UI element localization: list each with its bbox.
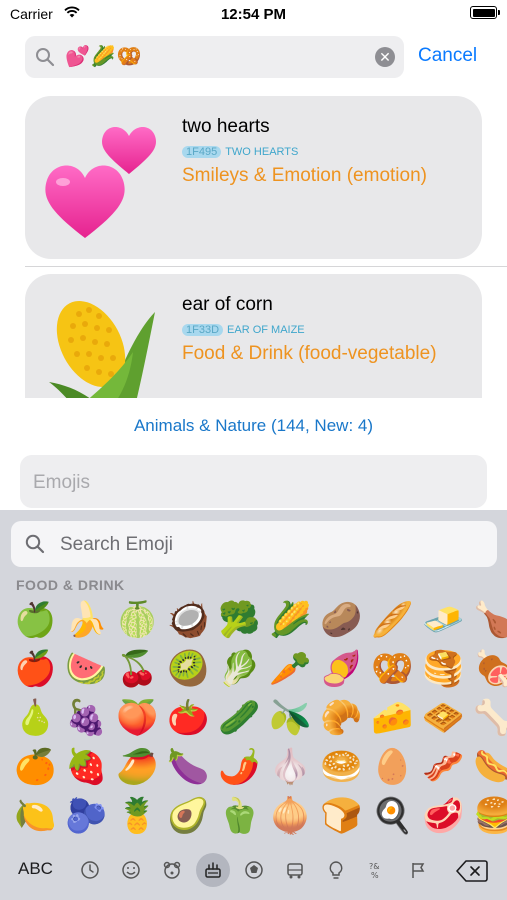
emoji-key[interactable]: 🥥 bbox=[163, 596, 214, 645]
recent-icon[interactable] bbox=[73, 853, 107, 887]
activity-icon[interactable] bbox=[237, 853, 271, 887]
emoji-key[interactable]: 🍓 bbox=[61, 743, 112, 792]
emoji-key[interactable]: 🍉 bbox=[61, 645, 112, 694]
emoji-key[interactable]: 🌶️ bbox=[214, 743, 265, 792]
emoji-key[interactable]: 🥐 bbox=[316, 694, 367, 743]
emoji-code: 1F495 bbox=[182, 146, 222, 158]
emoji-key[interactable]: 🥖 bbox=[367, 596, 418, 645]
keyboard-bottom-bar: ABC ?&% bbox=[0, 847, 507, 897]
two-hearts-icon bbox=[45, 127, 156, 238]
emoji-key[interactable]: 🥯 bbox=[316, 743, 367, 792]
emoji-key[interactable]: 🍖 bbox=[469, 645, 507, 694]
emoji-key[interactable]: 🍈 bbox=[112, 596, 163, 645]
emoji-key[interactable]: 🧄 bbox=[265, 743, 316, 792]
symbols-icon[interactable]: ?&% bbox=[360, 853, 394, 887]
travel-icon[interactable] bbox=[278, 853, 312, 887]
clear-search-icon[interactable]: ✕ bbox=[375, 47, 395, 67]
battery-icon bbox=[470, 6, 500, 19]
emoji-category: Smileys & Emotion (emotion) bbox=[182, 165, 427, 186]
emoji-key[interactable]: 🥩 bbox=[418, 792, 469, 838]
emoji-key[interactable]: 🍒 bbox=[112, 645, 163, 694]
emoji-key[interactable]: 🍎 bbox=[10, 645, 61, 694]
emoji-key[interactable]: 🍞 bbox=[316, 792, 367, 838]
emoji-unicode-name: TWO HEARTS bbox=[225, 146, 299, 158]
smileys-icon[interactable] bbox=[114, 853, 148, 887]
emoji-key[interactable]: 🥕 bbox=[265, 645, 316, 694]
keyboard-search-placeholder: Search Emoji bbox=[60, 534, 173, 555]
emoji-key[interactable]: 🍇 bbox=[61, 694, 112, 743]
emoji-key[interactable]: 🧀 bbox=[367, 694, 418, 743]
emoji-code-row: 1F495 TWO HEARTS bbox=[182, 146, 298, 158]
svg-text:%: % bbox=[371, 871, 379, 880]
emoji-key[interactable]: 🌭 bbox=[469, 743, 507, 792]
cancel-button[interactable]: Cancel bbox=[418, 45, 477, 67]
result-card[interactable]: two hearts 1F495 TWO HEARTS Smileys & Emo… bbox=[25, 96, 482, 259]
food-icon[interactable] bbox=[196, 853, 230, 887]
emoji-code: 1F33D bbox=[182, 324, 224, 336]
emoji-key[interactable]: 🫑 bbox=[214, 792, 265, 838]
emoji-key[interactable]: 🍊 bbox=[10, 743, 61, 792]
emoji-key[interactable]: 🍏 bbox=[10, 596, 61, 645]
emoji-name: ear of corn bbox=[182, 294, 273, 315]
status-bar: Carrier 12:54 PM bbox=[0, 0, 507, 30]
search-icon bbox=[36, 48, 55, 67]
emoji-key[interactable]: 🍔 bbox=[469, 792, 507, 838]
results-list[interactable]: two hearts 1F495 TWO HEARTS Smileys & Emo… bbox=[0, 88, 507, 398]
emoji-key[interactable]: 🥦 bbox=[214, 596, 265, 645]
search-bar[interactable]: 💕🌽🥨 ✕ bbox=[25, 36, 404, 78]
emoji-key[interactable]: 🍍 bbox=[112, 792, 163, 838]
emoji-key[interactable]: 🥞 bbox=[418, 645, 469, 694]
animals-icon[interactable] bbox=[155, 853, 189, 887]
flags-icon[interactable] bbox=[401, 853, 435, 887]
emoji-key[interactable]: 🥓 bbox=[418, 743, 469, 792]
emoji-code-row: 1F33D EAR OF MAIZE bbox=[182, 324, 305, 336]
emoji-key[interactable]: 🍐 bbox=[10, 694, 61, 743]
emoji-key[interactable]: 🥬 bbox=[214, 645, 265, 694]
emoji-key[interactable]: 🦴 bbox=[469, 694, 507, 743]
result-card[interactable]: ear of corn 1F33D EAR OF MAIZE Food & Dri… bbox=[25, 274, 482, 398]
emoji-key[interactable]: 🥝 bbox=[163, 645, 214, 694]
delete-key-icon[interactable] bbox=[456, 860, 488, 882]
emoji-key[interactable]: 🍠 bbox=[316, 645, 367, 694]
abc-key[interactable]: ABC bbox=[18, 859, 53, 879]
clock: 12:54 PM bbox=[220, 6, 287, 23]
emoji-name: two hearts bbox=[182, 116, 270, 137]
emoji-key[interactable]: 🍳 bbox=[367, 792, 418, 838]
search-input[interactable]: 💕🌽🥨 bbox=[65, 46, 143, 68]
emoji-key[interactable]: 🫒 bbox=[265, 694, 316, 743]
emoji-field-placeholder: Emojis bbox=[33, 472, 91, 493]
emoji-key[interactable]: 🥔 bbox=[316, 596, 367, 645]
emoji-key[interactable]: 🍅 bbox=[163, 694, 214, 743]
emoji-key[interactable]: 🍗 bbox=[469, 596, 507, 645]
emoji-key[interactable]: 🧅 bbox=[265, 792, 316, 838]
emoji-text-field[interactable]: Emojis bbox=[20, 455, 487, 508]
ear-of-corn-icon bbox=[49, 301, 155, 398]
emoji-key[interactable]: 🍋 bbox=[10, 792, 61, 838]
emoji-key[interactable]: 🌽 bbox=[265, 596, 316, 645]
divider bbox=[25, 266, 507, 267]
svg-text:?&: ?& bbox=[369, 862, 379, 871]
emoji-key[interactable]: 🧇 bbox=[418, 694, 469, 743]
emoji-key[interactable]: 🫐 bbox=[61, 792, 112, 838]
emoji-keyboard: Search Emoji FOOD & DRINK 🍏 🍌 🍈 🥥 🥦 🌽 🥔 🥖 🧈 🍗 🍎 🍉 🍒 🥝… bbox=[0, 510, 507, 900]
emoji-unicode-name: EAR OF MAIZE bbox=[227, 324, 305, 336]
emoji-key[interactable]: 🧈 bbox=[418, 596, 469, 645]
keyboard-section-title: FOOD & DRINK bbox=[16, 577, 125, 593]
emoji-category: Food & Drink (food-vegetable) bbox=[182, 343, 437, 364]
keyboard-search-field[interactable]: Search Emoji bbox=[11, 521, 497, 567]
section-label[interactable]: Animals & Nature (144, New: 4) bbox=[0, 416, 507, 436]
emoji-key[interactable]: 🍆 bbox=[163, 743, 214, 792]
search-icon bbox=[25, 534, 45, 554]
objects-icon[interactable] bbox=[319, 853, 353, 887]
emoji-key[interactable]: 🥒 bbox=[214, 694, 265, 743]
emoji-key[interactable]: 🍑 bbox=[112, 694, 163, 743]
emoji-key[interactable]: 🍌 bbox=[61, 596, 112, 645]
emoji-grid: 🍏 🍌 🍈 🥥 🥦 🌽 🥔 🥖 🧈 🍗 🍎 🍉 🍒 🥝 🥬 🥕 🍠 🥨 🥞 🍖 🍐 🍇 🍑 🍅 🥒 🫒 🥐 🧀 🧇 🦴 🍊 🍓 🥭 🍆 🌶️ 🧄 🥯 🥚 🥓… bbox=[10, 596, 507, 838]
emoji-key[interactable]: 🥭 bbox=[112, 743, 163, 792]
emoji-key[interactable]: 🥚 bbox=[367, 743, 418, 792]
emoji-key[interactable]: 🥑 bbox=[163, 792, 214, 838]
emoji-key[interactable]: 🥨 bbox=[367, 645, 418, 694]
